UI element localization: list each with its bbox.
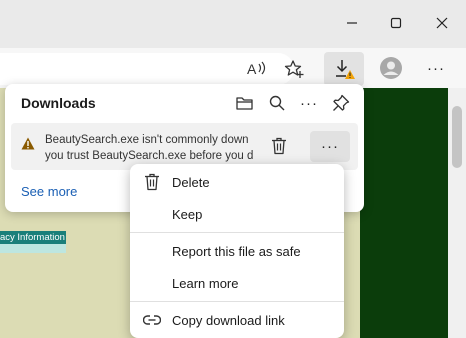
download-warning-text: BeautySearch.exe isn't commonly down you…: [45, 132, 255, 164]
menu-item-report-safe-label: Report this file as safe: [172, 243, 301, 259]
menu-separator: [130, 301, 344, 302]
page-dark-region: [360, 88, 450, 338]
menu-item-delete-label: Delete: [172, 174, 210, 190]
add-favorite-button[interactable]: [283, 58, 305, 80]
copy-link-menu-icon-wrap: [142, 310, 162, 330]
read-aloud-icon: A: [247, 61, 266, 77]
browser-toolbar: A ···: [0, 48, 466, 88]
maximize-button[interactable]: [373, 8, 419, 38]
search-downloads-button[interactable]: [266, 92, 288, 114]
pin-downloads-button[interactable]: [330, 92, 352, 114]
download-warning-line-1: BeautySearch.exe isn't commonly down: [45, 134, 249, 146]
maximize-icon: [390, 17, 402, 29]
open-folder-icon: [236, 97, 253, 110]
menu-item-keep-label: Keep: [172, 206, 203, 222]
scrollbar-thumb[interactable]: [452, 106, 462, 168]
download-warning-line-2: you trust BeautySearch.exe before you d: [45, 150, 254, 162]
delete-menu-icon-wrap: [142, 172, 162, 192]
menu-item-delete[interactable]: Delete: [130, 167, 344, 197]
warning-triangle-icon: [21, 137, 35, 150]
svg-text:A: A: [247, 61, 257, 77]
pin-icon: [333, 94, 350, 111]
open-folder-button[interactable]: [234, 92, 256, 114]
title-bar: [0, 0, 466, 48]
read-aloud-button[interactable]: A: [246, 58, 268, 80]
privacy-information-link[interactable]: acy Information: [0, 231, 66, 244]
page-scrollbar[interactable]: [448, 88, 466, 338]
downloads-header-actions: ···: [234, 92, 352, 114]
more-options-button[interactable]: ···: [298, 92, 320, 114]
search-icon: [269, 95, 285, 111]
profile-button[interactable]: [380, 57, 402, 79]
see-more-link[interactable]: See more: [21, 184, 77, 199]
menu-item-learn-more[interactable]: Learn more: [130, 268, 344, 298]
delete-download-button[interactable]: [267, 134, 291, 158]
download-warning-icon: [336, 60, 355, 79]
download-more-actions-button[interactable]: ···: [310, 131, 350, 162]
close-window-button[interactable]: [419, 8, 465, 38]
menu-item-copy-link[interactable]: Copy download link: [130, 305, 344, 335]
downloads-button[interactable]: [324, 52, 364, 86]
add-favorite-icon: [284, 60, 304, 78]
menu-item-learn-more-label: Learn more: [172, 275, 239, 291]
link-icon: [143, 315, 161, 325]
menu-separator: [130, 232, 344, 233]
menu-item-report-safe[interactable]: Report this file as safe: [130, 236, 344, 266]
menu-item-copy-link-label: Copy download link: [172, 312, 285, 328]
more-options-icon: ···: [300, 94, 318, 112]
download-context-menu: Delete Keep Report this file as safe Lea…: [130, 164, 344, 338]
profile-avatar-icon: [380, 57, 402, 79]
trash-icon: [145, 173, 159, 191]
downloads-title: Downloads: [21, 95, 96, 111]
minimize-icon: [347, 22, 357, 24]
close-icon: [436, 17, 448, 29]
menu-item-keep[interactable]: Keep: [130, 199, 344, 229]
settings-menu-button[interactable]: ···: [425, 57, 447, 79]
minimize-button[interactable]: [329, 8, 375, 38]
download-item[interactable]: BeautySearch.exe isn't commonly down you…: [11, 123, 358, 170]
trash-icon: [272, 137, 286, 155]
